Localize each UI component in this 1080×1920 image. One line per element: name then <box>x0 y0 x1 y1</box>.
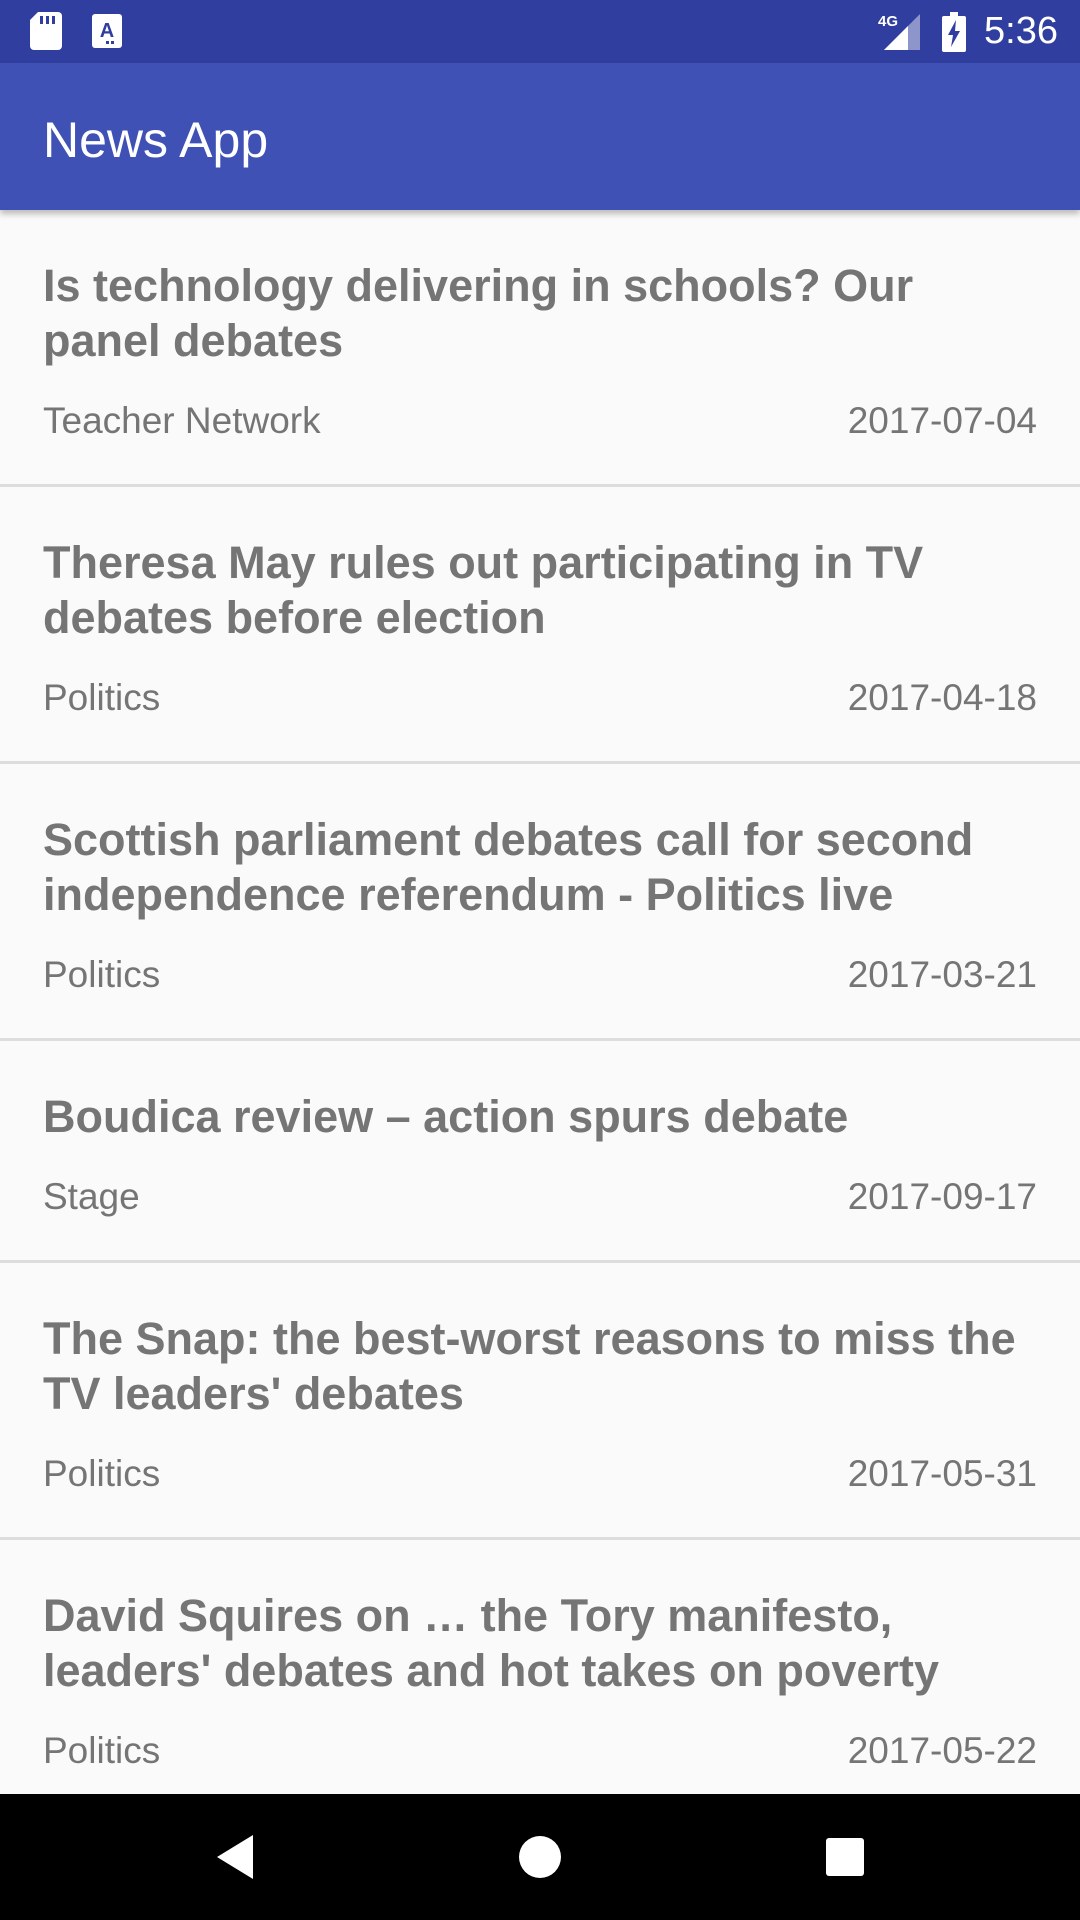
recents-icon <box>826 1838 864 1876</box>
signal-icon: 4G <box>878 13 921 50</box>
recents-button[interactable] <box>775 1794 915 1920</box>
news-item[interactable]: Scottish parliament debates call for sec… <box>0 764 1080 1041</box>
sd-card-icon <box>30 12 62 50</box>
svg-text:A: A <box>100 20 114 42</box>
status-bar: A 4G 5:36 <box>0 0 1080 63</box>
news-title: The Snap: the best-worst reasons to miss… <box>43 1313 1016 1419</box>
navigation-bar <box>0 1794 1080 1920</box>
a-badge-icon: A <box>92 14 122 48</box>
news-title: Is technology delivering in schools? Our… <box>43 260 914 366</box>
news-date: 2017-05-31 <box>847 1453 1037 1494</box>
home-icon <box>519 1836 561 1878</box>
news-title: David Squires on … the Tory manifesto, l… <box>43 1590 939 1696</box>
news-date: 2017-05-22 <box>847 1730 1037 1771</box>
back-button[interactable] <box>165 1794 305 1920</box>
news-item[interactable]: Is technology delivering in schools? Our… <box>0 210 1080 487</box>
news-title: Boudica review – action spurs debate <box>43 1091 849 1142</box>
news-section: Politics <box>43 954 161 995</box>
news-section: Politics <box>43 677 161 718</box>
news-date: 2017-03-21 <box>847 954 1037 995</box>
news-date: 2017-07-04 <box>847 400 1037 441</box>
news-title: Theresa May rules out participating in T… <box>43 537 924 643</box>
network-label: 4G <box>878 13 898 30</box>
news-section: Teacher Network <box>43 400 321 441</box>
status-time: 5:36 <box>984 10 1058 52</box>
home-button[interactable] <box>470 1794 610 1920</box>
news-section: Politics <box>43 1730 161 1771</box>
news-item[interactable]: The Snap: the best-worst reasons to miss… <box>0 1263 1080 1540</box>
news-section: Politics <box>43 1453 161 1494</box>
back-icon <box>217 1835 253 1879</box>
app-bar: News App <box>0 63 1080 210</box>
news-item[interactable]: David Squires on … the Tory manifesto, l… <box>0 1540 1080 1794</box>
news-item[interactable]: Theresa May rules out participating in T… <box>0 487 1080 764</box>
news-date: 2017-09-17 <box>847 1176 1037 1217</box>
news-section: Stage <box>43 1176 140 1217</box>
app-title: News App <box>43 112 269 168</box>
news-item[interactable]: Boudica review – action spurs debate Sta… <box>0 1041 1080 1263</box>
news-date: 2017-04-18 <box>847 677 1037 718</box>
news-title: Scottish parliament debates call for sec… <box>43 814 974 920</box>
battery-charging-icon <box>942 11 967 52</box>
news-list[interactable]: Is technology delivering in schools? Our… <box>0 210 1080 1794</box>
